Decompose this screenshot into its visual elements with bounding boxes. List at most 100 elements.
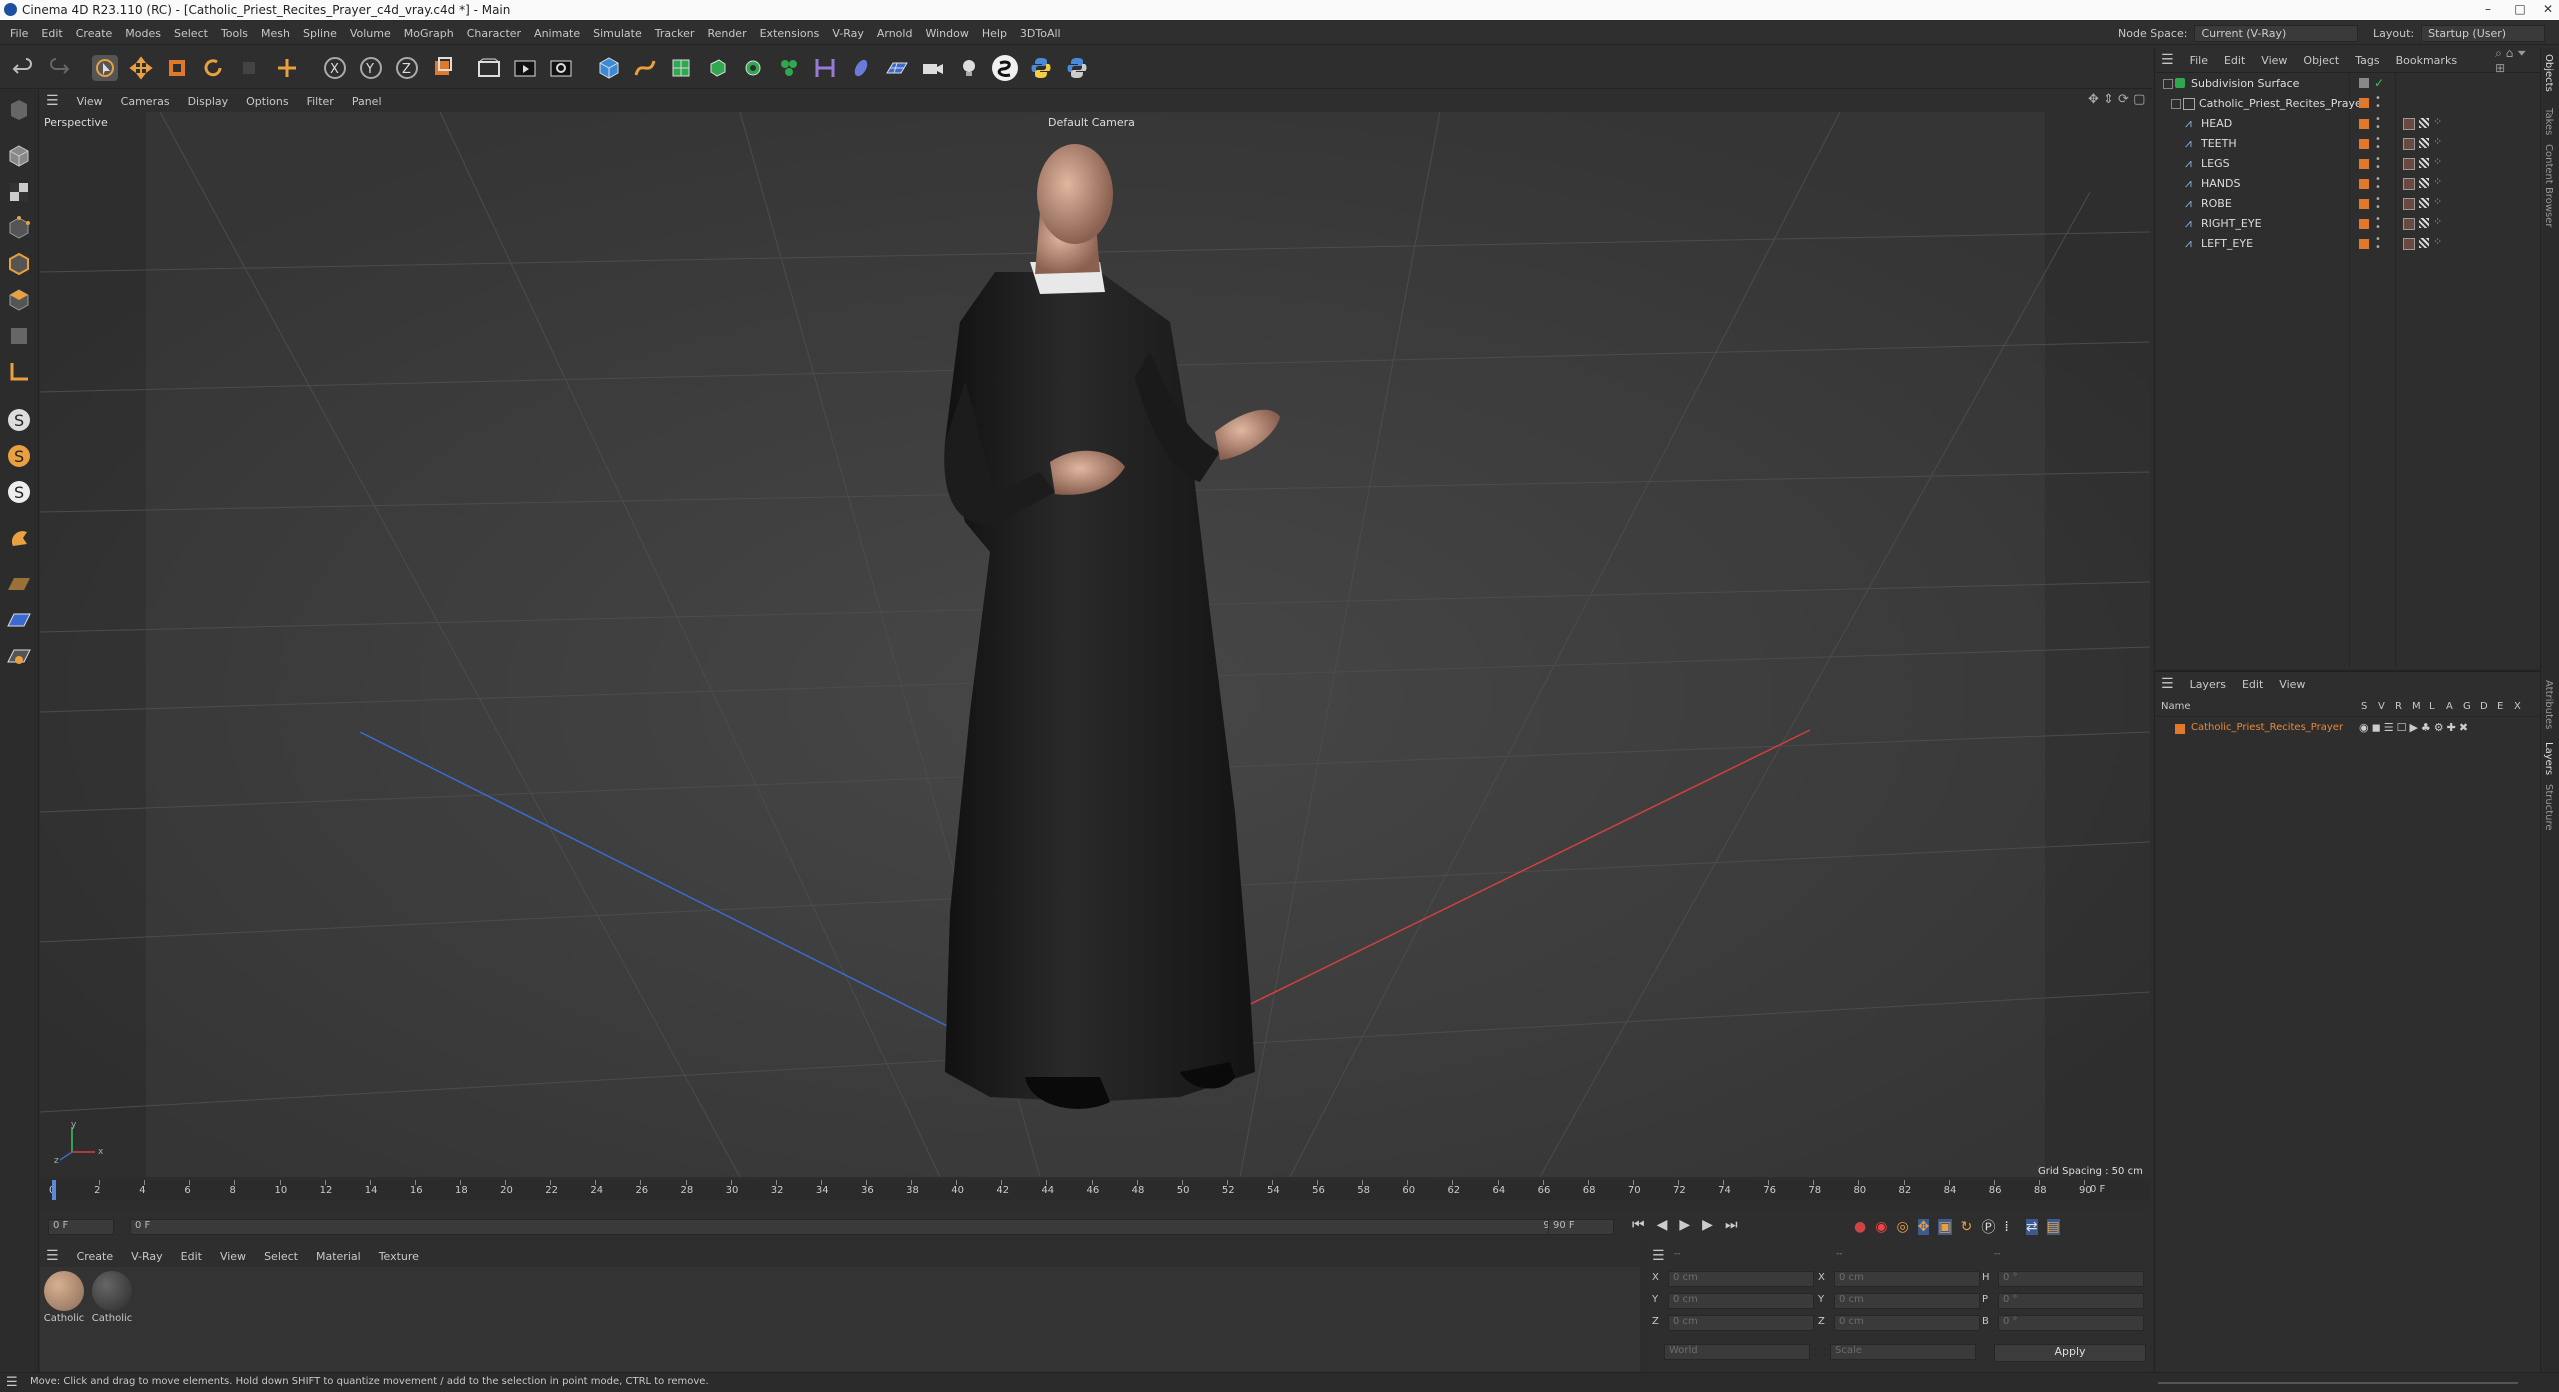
layer-color-icon[interactable]	[2359, 239, 2369, 249]
coord-value-field[interactable]: 0 cm	[1834, 1271, 1980, 1287]
visibility-dots-icon[interactable]: • •	[2375, 195, 2381, 213]
object-row-group[interactable]: Catholic_Priest_Recites_Prayer • •	[2155, 94, 2540, 114]
previous-key-icon[interactable]: ◀	[1657, 1217, 1668, 1233]
python-script-2-icon[interactable]	[1064, 55, 1090, 81]
tweak-mode-icon[interactable]	[5, 524, 33, 552]
uvw-tag-icon[interactable]: ⁘	[2433, 215, 2442, 228]
frame-range-slider[interactable]: 0 F 90 F	[130, 1219, 1572, 1235]
make-editable-icon[interactable]	[5, 96, 33, 124]
material-tag-icon[interactable]	[2403, 158, 2415, 170]
layer-color-icon[interactable]	[2175, 724, 2185, 734]
rotate-tool-icon[interactable]	[200, 55, 226, 81]
material-menu-select[interactable]: Select	[264, 1250, 298, 1263]
viewport-menu-cameras[interactable]: Cameras	[121, 95, 170, 108]
texture-tag-icon[interactable]	[2419, 198, 2429, 208]
layer-color-icon[interactable]	[2359, 119, 2369, 129]
tab-objects[interactable]: Objects	[2543, 54, 2554, 92]
visibility-dots-icon[interactable]: • •	[2375, 155, 2381, 173]
points-mode-icon[interactable]	[5, 214, 33, 242]
python-script-icon[interactable]	[1028, 55, 1054, 81]
layer-hamburger-icon[interactable]: ☰	[2161, 676, 2174, 692]
menu-window[interactable]: Window	[925, 27, 968, 40]
layer-column-header[interactable]: S	[2361, 701, 2367, 712]
material-item[interactable]: Catholic	[43, 1271, 85, 1324]
floor-icon[interactable]	[884, 55, 910, 81]
coordinate-mode-dropdown[interactable]: Scale	[1830, 1344, 1976, 1360]
menu-edit[interactable]: Edit	[41, 27, 62, 40]
material-menu-edit[interactable]: Edit	[181, 1250, 202, 1263]
visibility-dots-icon[interactable]: • •	[2375, 175, 2381, 193]
layer-color-icon[interactable]	[2359, 199, 2369, 209]
viewport-menu-options[interactable]: Options	[246, 95, 288, 108]
axis-mode-icon[interactable]	[5, 358, 33, 386]
layer-column-header[interactable]: E	[2497, 701, 2503, 712]
coord-value-field[interactable]: 0 °	[1998, 1271, 2144, 1287]
minimize-button[interactable]: –	[2478, 2, 2498, 18]
autokey-icon[interactable]: ◉	[1875, 1219, 1887, 1235]
layer-toggle-icon[interactable]	[2359, 78, 2369, 88]
key-scale-icon[interactable]: ▣	[1938, 1219, 1952, 1235]
object-hamburger-icon[interactable]: ☰	[2161, 52, 2174, 68]
layer-column-header[interactable]: G	[2463, 701, 2471, 712]
texture-tag-icon[interactable]	[2419, 118, 2429, 128]
floor-grid-icon[interactable]	[5, 570, 33, 598]
cloner-icon[interactable]	[740, 55, 766, 81]
enabled-check-icon[interactable]: ✓	[2374, 76, 2384, 90]
menu-character[interactable]: Character	[467, 27, 521, 40]
key-selection-icon[interactable]: ◎	[1896, 1219, 1908, 1235]
menu-help[interactable]: Help	[982, 27, 1007, 40]
viewport-menu-display[interactable]: Display	[188, 95, 229, 108]
object-row-teeth[interactable]: ⩘ TEETH • • ⁘	[2155, 134, 2540, 154]
viewport-menu-view[interactable]: View	[77, 95, 103, 108]
go-to-start-icon[interactable]: ⏮	[1632, 1217, 1645, 1233]
menu-animate[interactable]: Animate	[534, 27, 580, 40]
layer-column-header[interactable]: X	[2514, 701, 2521, 712]
apply-button[interactable]: Apply	[1994, 1344, 2146, 1362]
next-key-icon[interactable]: ▶	[1702, 1217, 1713, 1233]
layer-column-header[interactable]: L	[2429, 701, 2435, 712]
visibility-dots-icon[interactable]: • •	[2375, 235, 2381, 253]
material-tag-icon[interactable]	[2403, 218, 2415, 230]
material-item[interactable]: Catholic	[91, 1271, 133, 1324]
layer-column-header[interactable]: D	[2480, 701, 2488, 712]
menu-vray[interactable]: V-Ray	[832, 27, 864, 40]
viewport-menu-panel[interactable]: Panel	[352, 95, 382, 108]
render-settings-icon[interactable]	[548, 55, 574, 81]
menu-tools[interactable]: Tools	[221, 27, 248, 40]
texture-tag-icon[interactable]	[2419, 138, 2429, 148]
coord-value-field[interactable]: 0 cm	[1834, 1315, 1980, 1331]
key-position-icon[interactable]: ✥	[1917, 1219, 1930, 1235]
menu-extensions[interactable]: Extensions	[760, 27, 820, 40]
extrude-icon[interactable]	[704, 55, 730, 81]
object-row-hands[interactable]: ⩘ HANDS • • ⁘	[2155, 174, 2540, 194]
mograph-icon[interactable]	[776, 55, 802, 81]
layer-column-header[interactable]: R	[2395, 701, 2402, 712]
field-icon[interactable]	[848, 55, 874, 81]
material-tag-icon[interactable]	[2403, 238, 2415, 250]
material-tag-icon[interactable]	[2403, 178, 2415, 190]
object-row-legs[interactable]: ⩘ LEGS • • ⁘	[2155, 154, 2540, 174]
menu-volume[interactable]: Volume	[350, 27, 391, 40]
coord-value-field[interactable]: 0 cm	[1668, 1271, 1814, 1287]
y-axis-lock-icon[interactable]: Y	[358, 55, 384, 81]
layer-menu-layers[interactable]: Layers	[2190, 678, 2226, 691]
viewport-menu-filter[interactable]: Filter	[307, 95, 334, 108]
material-menu-texture[interactable]: Texture	[379, 1250, 419, 1263]
material-menu-create[interactable]: Create	[77, 1250, 114, 1263]
menu-select[interactable]: Select	[174, 27, 208, 40]
expand-icon[interactable]	[2171, 99, 2181, 109]
layer-color-icon[interactable]	[2359, 159, 2369, 169]
hamburger-icon[interactable]: ☰	[46, 93, 59, 109]
tab-attributes[interactable]: Attributes	[2543, 680, 2554, 729]
menu-file[interactable]: File	[10, 27, 28, 40]
model-mode-icon[interactable]	[5, 142, 33, 170]
texture-tag-icon[interactable]	[2419, 178, 2429, 188]
layer-color-icon[interactable]	[2359, 98, 2369, 108]
workplane-icon[interactable]	[5, 606, 33, 634]
z-axis-lock-icon[interactable]: Z	[394, 55, 420, 81]
vray-logo-icon[interactable]	[992, 55, 1018, 81]
material-tag-icon[interactable]	[2403, 138, 2415, 150]
expand-icon[interactable]	[2163, 79, 2173, 89]
menu-modes[interactable]: Modes	[125, 27, 161, 40]
placeholder-tool-icon[interactable]	[236, 55, 262, 81]
